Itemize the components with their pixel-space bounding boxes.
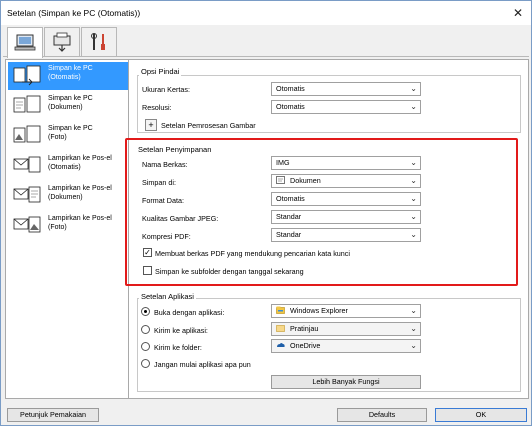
tab-general-settings[interactable] — [81, 27, 117, 56]
auto-scan-icon — [13, 65, 41, 86]
instructions-button[interactable]: Petunjuk Pemakaian — [7, 408, 99, 422]
pdf-compression-label: Kompresi PDF: — [142, 232, 191, 241]
settings-dialog: Setelan (Simpan ke PC (Otomatis)) ✕ Simp… — [0, 0, 532, 426]
no-app-label: Jangan mulai aplikasi apa pun — [154, 360, 251, 369]
sidebar-item-save-pc-auto[interactable]: Simpan ke PC (Otomatis) — [8, 62, 128, 90]
send-to-folder-radio[interactable] — [141, 342, 150, 351]
sidebar-item-label: Lampirkan ke Pos-el — [48, 185, 112, 192]
sidebar-item-label: Simpan ke PC — [48, 95, 93, 102]
no-app-radio[interactable] — [141, 359, 150, 368]
sidebar-item-sublabel: (Dokumen) — [48, 194, 83, 201]
open-with-app-select[interactable]: Windows Explorer ⌄ — [271, 304, 421, 318]
close-button[interactable]: ✕ — [509, 5, 527, 21]
pdf-compression-value: Standar — [276, 230, 302, 239]
resolution-label: Resolusi: — [142, 103, 172, 112]
expand-image-processing-button[interactable]: + — [145, 119, 157, 131]
sidebar-item-email-auto[interactable]: Lampirkan ke Pos-el (Otomatis) — [8, 152, 128, 180]
chevron-down-icon: ⌄ — [410, 194, 417, 203]
chevron-down-icon: ⌄ — [410, 341, 417, 350]
top-tab-bar — [3, 27, 529, 58]
chevron-down-icon: ⌄ — [410, 324, 417, 333]
chevron-down-icon: ⌄ — [410, 230, 417, 239]
file-name-value: IMG — [276, 158, 290, 167]
tab-scan-from-operation-panel[interactable] — [44, 27, 80, 56]
jpeg-quality-value: Standar — [276, 212, 302, 221]
send-to-app-label: Kirim ke aplikasi: — [154, 326, 208, 335]
subfolder-date-label: Simpan ke subfolder dengan tanggal sekar… — [155, 267, 304, 276]
send-to-folder-select[interactable]: OneDrive ⌄ — [271, 339, 421, 353]
data-format-value: Otomatis — [276, 194, 305, 203]
paper-size-label: Ukuran Kertas: — [142, 85, 190, 94]
resolution-select[interactable]: Otomatis ⌄ — [271, 100, 421, 114]
photo-scan-icon — [13, 125, 41, 143]
save-in-select[interactable]: Dokumen ⌄ — [271, 174, 421, 188]
pdf-compression-select[interactable]: Standar ⌄ — [271, 228, 421, 242]
sidebar-item-sublabel: (Otomatis) — [48, 74, 81, 81]
subfolder-date-checkbox[interactable] — [143, 266, 152, 275]
resolution-value: Otomatis — [276, 102, 305, 111]
send-to-app-select[interactable]: Pratinjau ⌄ — [271, 322, 421, 336]
title-bar: Setelan (Simpan ke PC (Otomatis)) ✕ — [1, 1, 531, 25]
sidebar-item-label: Simpan ke PC — [48, 125, 93, 132]
ok-button[interactable]: OK — [435, 408, 527, 422]
email-photo-icon — [13, 216, 41, 233]
save-in-label: Simpan di: — [142, 178, 176, 187]
file-name-label: Nama Berkas: — [142, 160, 188, 169]
window-title: Setelan (Simpan ke PC (Otomatis)) — [7, 8, 141, 18]
tab-scan-from-computer[interactable] — [7, 27, 43, 58]
sidebar-item-save-pc-photo[interactable]: Simpan ke PC (Foto) — [8, 122, 128, 150]
open-with-app-label: Buka dengan aplikasi: — [154, 308, 225, 317]
sidebar-item-save-pc-document[interactable]: Simpan ke PC (Dokumen) — [8, 92, 128, 120]
more-functions-button[interactable]: Lebih Banyak Fungsi — [271, 375, 421, 389]
sidebar-item-email-photo[interactable]: Lampirkan ke Pos-el (Foto) — [8, 212, 128, 240]
send-to-app-radio[interactable] — [141, 325, 150, 334]
document-scan-icon — [13, 95, 41, 113]
paper-size-select[interactable]: Otomatis ⌄ — [271, 82, 421, 96]
documents-folder-icon — [276, 176, 285, 184]
save-settings-title: Setelan Penyimpanan — [138, 145, 212, 154]
tools-icon — [91, 33, 105, 50]
chevron-down-icon: ⌄ — [410, 212, 417, 221]
jpeg-quality-select[interactable]: Standar ⌄ — [271, 210, 421, 224]
email-auto-icon — [13, 156, 41, 173]
sidebar-item-label: Lampirkan ke Pos-el — [48, 155, 112, 162]
open-with-app-value: Windows Explorer — [290, 306, 348, 315]
defaults-button[interactable]: Defaults — [337, 408, 427, 422]
app-settings-title: Setelan Aplikasi — [139, 292, 196, 301]
send-to-folder-value: OneDrive — [290, 341, 321, 350]
sidebar-item-sublabel: (Otomatis) — [48, 164, 81, 171]
sidebar-item-sublabel: (Foto) — [48, 134, 67, 141]
chevron-down-icon: ⌄ — [410, 306, 417, 315]
folder-icon — [276, 325, 285, 332]
data-format-label: Format Data: — [142, 196, 184, 205]
send-to-folder-label: Kirim ke folder: — [154, 343, 202, 352]
save-in-value: Dokumen — [290, 176, 321, 185]
onedrive-icon — [277, 343, 285, 347]
scan-type-list: Simpan ke PC (Otomatis) Simpan ke PC (Doku… — [5, 59, 129, 399]
sidebar-item-label: Lampirkan ke Pos-el — [48, 215, 112, 222]
computer-icon — [14, 34, 36, 51]
paper-size-value: Otomatis — [276, 84, 305, 93]
sidebar-item-label: Simpan ke PC — [48, 65, 93, 72]
printer-scan-icon — [53, 32, 71, 52]
keyword-pdf-label: Membuat berkas PDF yang mendukung pencar… — [155, 249, 350, 258]
chevron-down-icon: ⌄ — [410, 84, 417, 93]
chevron-down-icon: ⌄ — [410, 158, 417, 167]
windows-explorer-icon — [276, 306, 285, 314]
sidebar-item-sublabel: (Foto) — [48, 224, 67, 231]
scan-options-title: Opsi Pindai — [139, 67, 182, 76]
chevron-down-icon: ⌄ — [410, 102, 417, 111]
file-name-select[interactable]: IMG ⌄ — [271, 156, 421, 170]
sidebar-item-email-document[interactable]: Lampirkan ke Pos-el (Dokumen) — [8, 182, 128, 210]
data-format-select[interactable]: Otomatis ⌄ — [271, 192, 421, 206]
image-processing-label: Setelan Pemrosesan Gambar — [161, 121, 256, 130]
chevron-down-icon: ⌄ — [410, 176, 417, 185]
jpeg-quality-label: Kualitas Gambar JPEG: — [142, 214, 219, 223]
keyword-pdf-checkbox[interactable]: ✓ — [143, 248, 152, 257]
send-to-app-value: Pratinjau — [290, 324, 319, 333]
open-with-app-radio[interactable] — [141, 307, 150, 316]
email-document-icon — [13, 186, 41, 203]
sidebar-item-sublabel: (Dokumen) — [48, 104, 83, 111]
